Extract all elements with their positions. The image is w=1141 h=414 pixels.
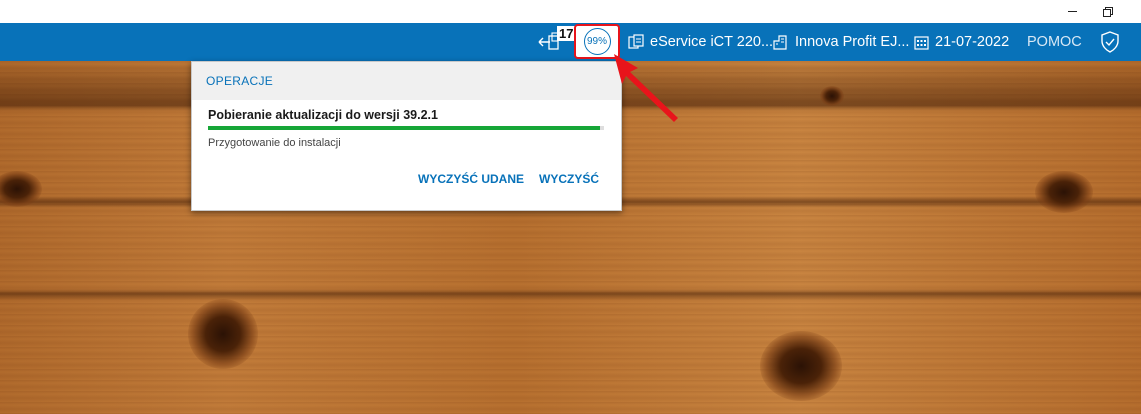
company-selector[interactable]: Innova Profit EJ... — [773, 23, 909, 61]
security-button[interactable] — [1100, 23, 1120, 61]
wood-knot — [760, 331, 842, 401]
window-titlebar — [0, 0, 1141, 23]
progress-circle-icon: 99% — [583, 28, 611, 55]
device-icon — [628, 34, 644, 49]
operation-progress-fill — [208, 126, 601, 130]
wood-knot — [188, 299, 258, 369]
clear-button[interactable]: WYCZYŚĆ — [539, 172, 599, 186]
date-selector[interactable]: 21-07-2022 — [914, 23, 1009, 61]
wood-knot — [0, 171, 42, 207]
operations-header: OPERACJE — [192, 62, 621, 100]
annotation-arrow — [614, 54, 678, 122]
help-label: POMOC — [1027, 34, 1082, 50]
date-label: 21-07-2022 — [935, 34, 1010, 50]
operation-item-status: Przygotowanie do instalacji — [208, 137, 341, 149]
operations-title: OPERACJE — [206, 74, 274, 88]
minimize-button[interactable] — [1058, 2, 1086, 20]
restore-button[interactable] — [1093, 2, 1121, 20]
calendar-icon — [914, 35, 929, 50]
restore-icon — [1102, 6, 1113, 17]
help-link[interactable]: POMOC — [1027, 23, 1082, 61]
minimize-icon — [1067, 10, 1077, 12]
clear-successful-button[interactable]: WYCZYŚĆ UDANE — [418, 172, 524, 186]
operation-item-title: Pobieranie aktualizacji do wersji 39.2.1 — [208, 108, 438, 122]
progress-percent: 99% — [586, 36, 607, 47]
building-icon — [773, 35, 787, 50]
company-label: Innova Profit EJ... — [795, 34, 910, 50]
operation-progress-bar — [208, 126, 604, 130]
wood-knot — [1035, 171, 1093, 213]
eservice-label: eService iCT 220... — [650, 34, 774, 50]
wood-knot — [820, 86, 844, 106]
notification-count-badge[interactable]: 17 — [557, 26, 576, 41]
operations-popup: OPERACJE Pobieranie aktualizacji do wers… — [191, 61, 622, 211]
shield-check-icon — [1101, 31, 1119, 53]
